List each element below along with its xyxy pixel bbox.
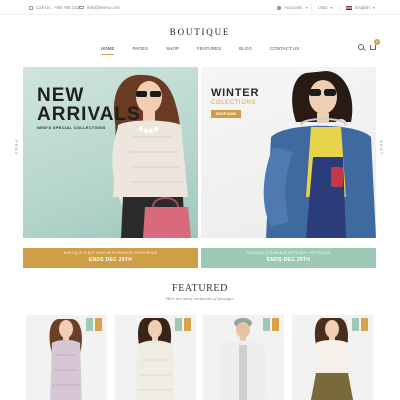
compare-badge[interactable] xyxy=(352,318,359,331)
hero-title-line1: WINTER xyxy=(211,87,260,99)
phone-icon xyxy=(29,5,33,10)
chevron-down-icon: ▾ xyxy=(372,5,375,10)
main-nav: HOME PAGES SHOP FEATURES BLOG CONTACT US xyxy=(0,46,400,51)
promo-text: BOUTIQUE IS NOT OVER WITH FASHION FEVER … xyxy=(63,251,158,255)
nav-item-contact[interactable]: CONTACT US xyxy=(261,46,308,51)
divider xyxy=(72,3,73,12)
promo-banner[interactable]: BOUTIQUE CLEARANCE UP TO 50% + EXTRA 10%… xyxy=(201,248,376,268)
promo-date: ENDS DEC 29TH xyxy=(88,257,133,263)
wishlist-badge[interactable] xyxy=(361,318,368,331)
nav-item-pages[interactable]: PAGES xyxy=(123,46,157,51)
compare-badge[interactable] xyxy=(263,318,270,331)
top-bar: Call Us : +88 765 432 info@demo.com Acco… xyxy=(0,0,400,15)
cart-icon[interactable]: 0 xyxy=(370,38,380,50)
product-card[interactable] xyxy=(292,315,373,400)
lock-icon xyxy=(277,5,281,10)
divider xyxy=(311,3,312,12)
language-label[interactable]: English xyxy=(355,5,370,10)
search-icon[interactable] xyxy=(358,44,364,50)
shop-now-button[interactable]: SHOP NOW xyxy=(211,110,241,118)
compare-badge[interactable] xyxy=(86,318,93,331)
account-label[interactable]: Accounts xyxy=(284,5,303,10)
section-subtitle: Here are many variations of passages xyxy=(165,296,235,301)
hero-banner-new-arrivals[interactable]: NEW ARRIVALS NEW'S SPECIAL COLLECTIONS xyxy=(23,67,198,238)
hero-banner-winter[interactable]: WINTER COLECTIONS SHOP NOW xyxy=(201,67,376,238)
nav-item-blog[interactable]: BLOG xyxy=(230,46,261,51)
language-dropdown[interactable]: English ▾ xyxy=(346,5,375,10)
nav-item-home[interactable]: HOME xyxy=(92,46,124,51)
prev-slide-button[interactable]: PREV xyxy=(14,140,19,156)
hero-title-line2: COLECTIONS xyxy=(211,100,257,106)
flag-icon xyxy=(346,5,352,10)
account-dropdown[interactable]: Accounts ▾ xyxy=(277,5,308,10)
product-card[interactable] xyxy=(203,315,284,400)
email-contact[interactable]: info@demo.com xyxy=(79,5,120,10)
hero-subtitle: NEW'S SPECIAL COLLECTIONS xyxy=(37,125,106,130)
next-slide-button[interactable]: NEXT xyxy=(379,140,384,155)
nav-item-features[interactable]: FEATURES xyxy=(188,46,230,51)
promo-banner[interactable]: BOUTIQUE IS NOT OVER WITH FASHION FEVER … xyxy=(23,248,198,268)
email-text[interactable]: info@demo.com xyxy=(87,5,120,10)
chevron-down-icon: ▾ xyxy=(330,5,333,10)
product-card[interactable] xyxy=(115,315,196,400)
divider xyxy=(339,3,340,12)
section-title: FEATURED xyxy=(172,283,228,294)
wishlist-badge[interactable] xyxy=(272,318,279,331)
cart-count-badge: 0 xyxy=(374,38,380,45)
header-actions: 0 xyxy=(358,38,380,50)
nav-item-shop[interactable]: SHOP xyxy=(157,46,188,51)
compare-badge[interactable] xyxy=(175,318,182,331)
product-card[interactable] xyxy=(26,315,107,400)
mail-icon xyxy=(79,5,84,10)
promo-text: BOUTIQUE CLEARANCE UP TO 50% + EXTRA 10% xyxy=(246,251,331,255)
wishlist-badge[interactable] xyxy=(184,318,191,331)
site-logo[interactable]: BOUTIQUE xyxy=(0,27,400,37)
chevron-down-icon: ▾ xyxy=(305,5,308,10)
hero-title-line2: ARRIVALS xyxy=(37,104,141,125)
promo-date: ENDS DEC 29TH xyxy=(266,257,311,263)
currency-label[interactable]: USD xyxy=(318,5,328,10)
wishlist-badge[interactable] xyxy=(95,318,102,331)
currency-dropdown[interactable]: USD ▾ xyxy=(318,5,333,10)
